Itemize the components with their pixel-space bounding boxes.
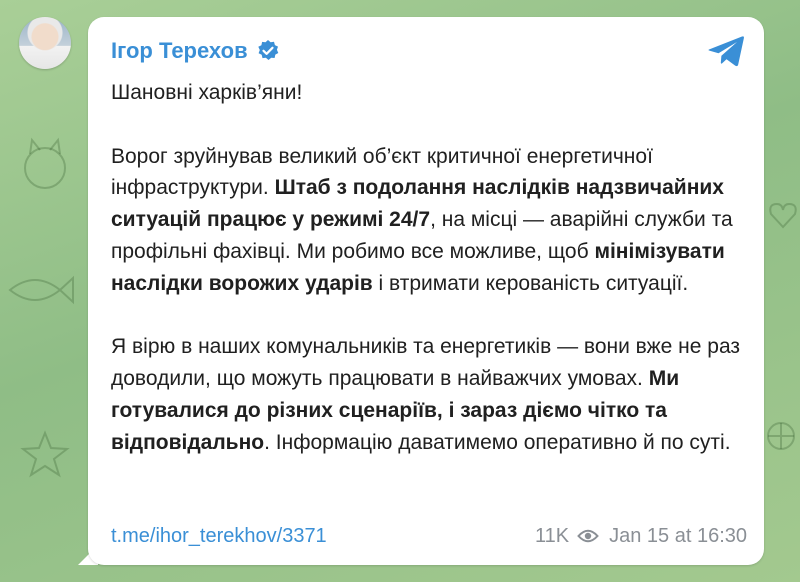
- message-header: Ігор Терехов: [111, 37, 280, 65]
- paragraph-2-text-a: Я вірю в наших комунальників та енергети…: [111, 335, 741, 391]
- wallpaper-doodle-fish-icon: [8, 275, 74, 305]
- paragraph-2-text-c: . Інформацію даватимемо оперативно й по …: [264, 430, 731, 454]
- eye-icon: [577, 529, 599, 543]
- paragraph-1: Ворог зруйнував великий об’єкт критичної…: [111, 141, 751, 300]
- wallpaper-doodle-star-icon: [20, 430, 70, 478]
- timestamp: Jan 15 at 16:30: [609, 524, 747, 547]
- telegram-share-icon[interactable]: [706, 34, 746, 68]
- message-text: Шановні харків’яни! Ворог зруйнував вели…: [111, 77, 751, 459]
- paragraph-2: Я вірю в наших комунальників та енергети…: [111, 331, 751, 458]
- wallpaper-doodle-heart-icon: [769, 202, 797, 229]
- view-count: 11K: [535, 524, 570, 547]
- wallpaper-doodle-ball-icon: [767, 422, 795, 450]
- post-link[interactable]: t.me/ihor_terekhov/3371: [111, 525, 327, 548]
- verified-badge-icon: [257, 40, 278, 60]
- sender-name[interactable]: Ігор Терехов: [111, 38, 248, 64]
- paragraph-1-text-e: і втримати керованість ситуації.: [372, 271, 689, 295]
- message-footer: t.me/ihor_terekhov/3371 11K Jan 15 at 16…: [111, 522, 747, 550]
- wallpaper-doodle-cat-icon: [24, 137, 66, 189]
- message-bubble: Ігор Терехов Шановні харків’яни! Ворог з…: [88, 17, 764, 565]
- sender-avatar[interactable]: [19, 17, 71, 69]
- greeting-paragraph: Шановні харків’яни!: [111, 81, 303, 104]
